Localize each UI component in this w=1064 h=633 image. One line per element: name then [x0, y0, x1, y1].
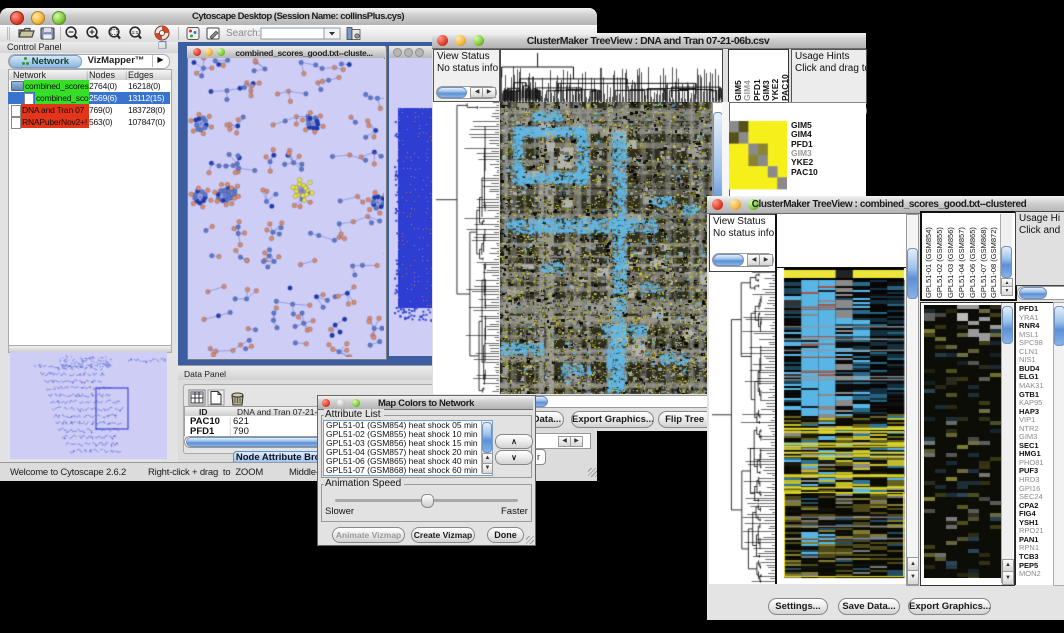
- svg-text:Search:: Search:: [226, 28, 260, 39]
- svg-text:1:1: 1:1: [132, 30, 139, 35]
